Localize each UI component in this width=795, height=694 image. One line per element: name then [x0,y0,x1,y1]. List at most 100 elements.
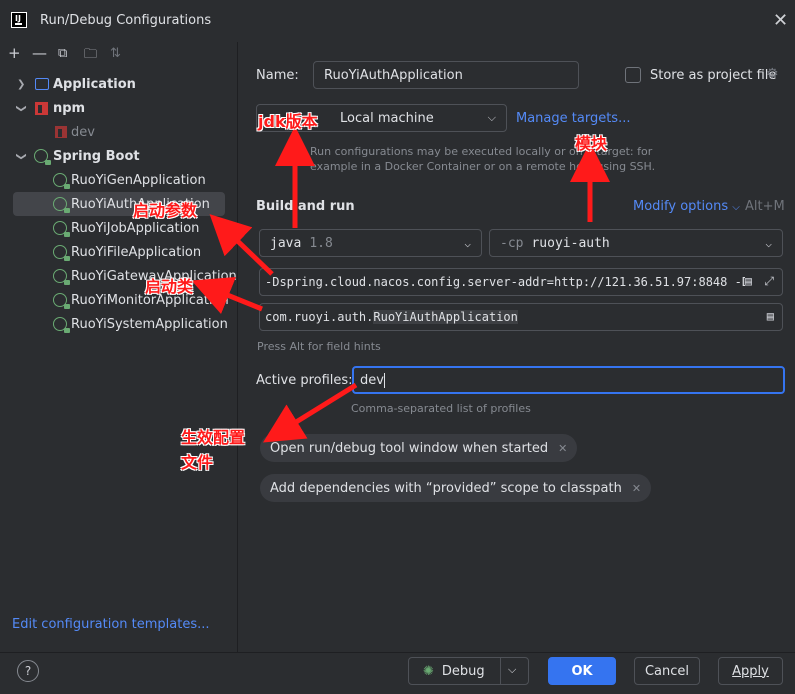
tree-item-spring-app[interactable]: RuoYiSystemApplication [0,312,238,336]
chip-open-tool-window[interactable]: Open run/debug tool window when started ✕ [260,434,578,462]
spring-boot-icon [53,221,70,237]
name-input[interactable]: RuoYiAuthApplication [313,61,579,89]
vm-options-value: -Dspring.cloud.nacos.config.server-addr=… [265,275,745,289]
jdk-dropdown[interactable]: java 1.8 ⌵ [259,229,482,257]
gear-icon[interactable]: ⚙ [766,66,779,82]
spring-boot-icon [53,197,70,213]
tree-item-label: RuoYiJobApplication [71,220,200,236]
tree-item-label: RuoYiGenApplication [71,172,206,188]
debug-button[interactable]: ✺ Debug ⌵ [408,657,529,685]
tree-item-label: RuoYiFileApplication [71,244,202,260]
expand-text-icon[interactable]: ▤ [745,274,752,288]
apply-button[interactable]: Apply [718,657,783,685]
remove-chip-icon[interactable]: ✕ [558,442,567,455]
copy-icon[interactable]: ⧉ [58,46,67,61]
tree-item-label: dev [71,124,95,140]
text-cursor [383,372,385,388]
browse-icon[interactable]: ▤ [767,309,774,323]
cp-value: ruoyi-auth [531,235,610,251]
sort-icon[interactable]: ⇅ [110,46,121,61]
spring-boot-icon [53,173,70,189]
spring-boot-icon [53,293,70,309]
vm-options-input[interactable]: -Dspring.cloud.nacos.config.server-addr=… [259,268,783,296]
title-bar: IJ Run/Debug Configurations ✕ [0,0,795,42]
intellij-logo-icon: IJ [11,12,27,28]
tree-item-spring-app[interactable]: RuoYiMonitorApplication [0,288,238,312]
annotation-profile-line1: 生效配置 [181,428,246,447]
spring-boot-icon [53,245,70,261]
chevron-down-icon: ⌵ [464,236,471,250]
profile-arrow [262,382,358,443]
chip-label: Add dependencies with “provided” scope t… [270,480,622,496]
tree-item-label: Application [53,76,136,92]
tree-item-spring-app[interactable]: RuoYiGatewayApplication [0,264,238,288]
run-on-value: Local machine [340,110,434,126]
tree-item-spring-app[interactable]: RuoYiJobApplication [0,216,238,240]
tree-item-label: Spring Boot [53,148,140,164]
split-divider [500,658,501,684]
profiles-hint: Comma-separated list of profiles [351,402,531,415]
annotation-jdk: jdk版本 [258,112,318,131]
main-class-input[interactable]: com.ruoyi.auth. RuoYiAuthApplication ▤ [259,303,783,331]
chevron-down-icon[interactable]: ❯ [16,104,27,112]
tree-item-spring-boot[interactable]: ❯ Spring Boot [0,144,238,168]
tree-item-spring-app[interactable]: RuoYiAuthApplication [0,192,238,216]
main-class-name: RuoYiAuthApplication [373,310,518,324]
chevron-down-icon[interactable]: ⌵ [508,663,516,677]
tree-item-npm-dev[interactable]: dev [0,120,238,144]
modify-options-label: Modify options [633,199,729,214]
folder-icon[interactable]: 🗀 [84,45,97,67]
active-profiles-value: dev [360,372,384,388]
cp-flag: -cp [500,235,524,251]
annotation-main-class: 启动类 [145,277,194,296]
ok-button[interactable]: OK [548,657,616,685]
window-title: Run/Debug Configurations [40,13,212,28]
remove-icon[interactable]: — [32,44,47,62]
store-as-project-checkbox[interactable] [625,67,641,83]
chevron-right-icon[interactable]: ❯ [17,79,25,90]
classpath-module-dropdown[interactable]: -cp ruoyi-auth ⌵ [489,229,783,257]
store-as-project-label: Store as project file [650,68,777,83]
close-icon[interactable]: ✕ [773,10,788,31]
configurations-sidebar: + — ⧉ 🗀 ⇅ ❯ Application ❯ npm dev ❯ Spri… [0,42,238,652]
field-hint: Press Alt for field hints [257,340,381,353]
chevron-down-icon: ⌵ [732,202,740,213]
active-profiles-label: Active profiles: [256,373,353,388]
modify-options-link[interactable]: Modify options ⌵ [633,199,740,214]
annotation-args: 启动参数 [133,201,198,220]
manage-targets-link[interactable]: Manage targets... [516,111,630,126]
debug-label: Debug [441,663,485,679]
annotation-profile-line2: 文件 [181,453,214,472]
remove-chip-icon[interactable]: ✕ [632,482,641,495]
npm-icon [35,101,48,115]
annotation-module: 模块 [575,134,608,153]
application-icon [35,78,49,90]
chevron-down-icon[interactable]: ❯ [16,152,27,160]
build-run-heading: Build and run [256,199,355,214]
cancel-button[interactable]: Cancel [634,657,700,685]
expand-icon[interactable]: ⤢ [764,274,774,289]
modify-options-shortcut: Alt+M [745,199,785,214]
active-profiles-input[interactable]: dev [352,366,785,394]
edit-templates-link[interactable]: Edit configuration templates... [12,617,210,632]
name-label: Name: [256,68,299,83]
npm-icon [55,126,67,138]
sidebar-toolbar: + — ⧉ 🗀 ⇅ [0,42,238,68]
spring-boot-icon [34,149,51,165]
tree-item-spring-app[interactable]: RuoYiGenApplication [0,168,238,192]
tree-item-npm[interactable]: ❯ npm [0,96,238,120]
help-button[interactable]: ? [17,660,39,682]
bug-icon: ✺ [423,663,434,679]
main-class-prefix: com.ruoyi.auth. [265,310,374,324]
tree-item-label: npm [53,100,86,116]
add-icon[interactable]: + [8,44,21,62]
apply-label: Apply [732,663,769,679]
tree-item-application[interactable]: ❯ Application [0,72,238,96]
jdk-version: 1.8 [309,235,333,251]
chip-provided-scope[interactable]: Add dependencies with “provided” scope t… [260,474,652,502]
tree-item-spring-app[interactable]: RuoYiFileApplication [0,240,238,264]
chevron-down-icon: ⌵ [487,111,496,124]
chevron-down-icon: ⌵ [765,236,772,250]
dialog-footer: ? ✺ Debug ⌵ OK Cancel Apply [0,652,795,694]
tree-item-label: RuoYiSystemApplication [71,316,228,332]
